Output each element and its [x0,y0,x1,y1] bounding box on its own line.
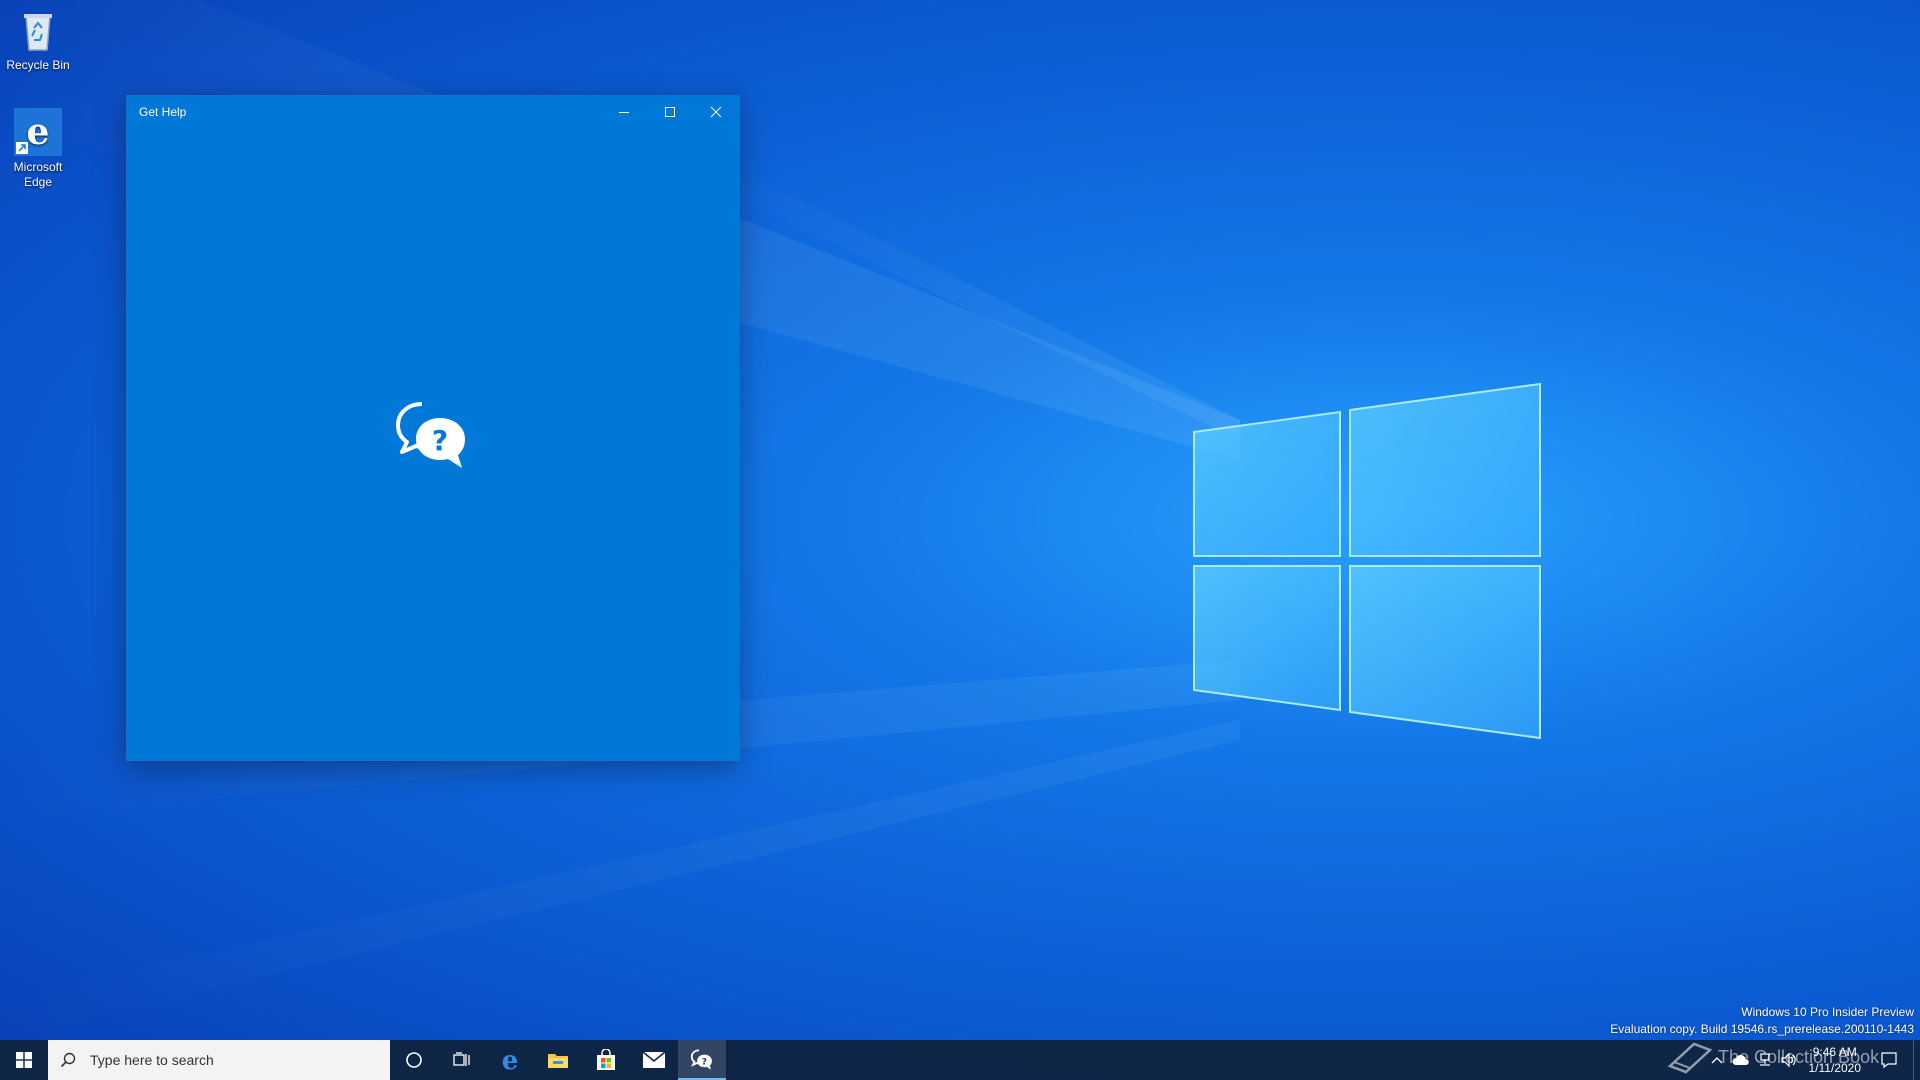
start-button[interactable] [0,1040,48,1080]
cortana-button[interactable] [390,1040,438,1080]
windows-logo-icon [16,1052,32,1068]
svg-text:e: e [27,111,50,153]
desktop-icon-microsoft-edge[interactable]: e Microsoft Edge [0,108,76,190]
get-help-icon: ? [690,1049,712,1070]
book-logo-icon [1668,1042,1712,1074]
show-desktop-button[interactable] [1913,1040,1920,1080]
taskbar-get-help-button[interactable]: ? [678,1040,726,1080]
svg-text:?: ? [432,424,448,457]
close-button[interactable] [693,96,739,128]
desktop-icon-label: Recycle Bin [6,58,70,72]
desktop-icon-recycle-bin[interactable]: Recycle Bin [0,6,76,73]
close-icon [710,106,722,118]
file-explorer-icon [548,1054,568,1068]
edge-icon: e [502,1048,519,1072]
window-title: Get Help [139,105,187,119]
store-icon [597,1049,615,1070]
taskbar-edge-button[interactable]: e [486,1040,534,1080]
taskbar-file-explorer-button[interactable] [534,1040,582,1080]
taskbar-search-box[interactable]: Type here to search [48,1040,390,1080]
overlay-watermark: The Collection Book [1668,1036,1908,1078]
taskbar: Type here to search e ? 9:46 AM 1/11/202… [0,1040,1920,1080]
recycle-bin-icon [14,6,62,54]
cortana-icon [406,1052,422,1068]
build-watermark: Windows 10 Pro Insider Preview Evaluatio… [1610,1004,1914,1038]
svg-text:e: e [502,1048,519,1072]
window-titlebar[interactable]: Get Help [127,96,739,128]
search-placeholder: Type here to search [90,1052,214,1068]
maximize-button[interactable] [647,96,693,128]
get-help-icon: ? [392,396,472,476]
task-view-button[interactable] [438,1040,486,1080]
svg-text:?: ? [702,1058,707,1068]
maximize-icon [665,107,675,117]
taskbar-store-button[interactable] [582,1040,630,1080]
minimize-icon [619,112,629,113]
overlay-watermark-text: The Collection Book [1718,1046,1880,1067]
minimize-button[interactable] [601,96,647,128]
watermark-edition: Windows 10 Pro Insider Preview [1741,1005,1914,1019]
search-icon [60,1052,76,1068]
task-view-icon [453,1052,470,1066]
mail-icon [642,1051,666,1068]
taskbar-mail-button[interactable] [630,1040,678,1080]
desktop-icon-label: Microsoft Edge [13,160,63,189]
get-help-window[interactable]: Get Help ? [127,96,739,760]
edge-icon: e [14,108,62,156]
